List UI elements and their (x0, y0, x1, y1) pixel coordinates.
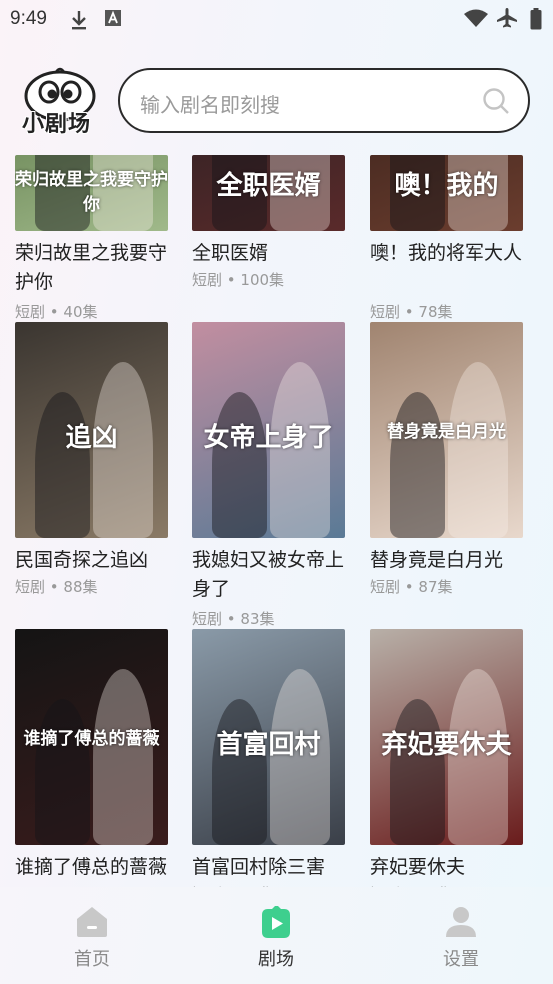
nav-theater[interactable]: 剧场 (226, 905, 326, 971)
drama-poster[interactable]: 谁摘了傅总的蔷薇 (15, 629, 168, 845)
download-icon (72, 11, 86, 30)
drama-poster[interactable]: 噢！我的 (370, 155, 523, 231)
poster-figure (390, 392, 445, 538)
drama-title[interactable]: 噢！我的将军大人 (370, 239, 530, 268)
drama-meta: 短剧 • 83集 (192, 608, 275, 629)
poster-title-art: 荣归故里之我要守护你 (15, 170, 168, 215)
poster-title-art: 噢！我的 (394, 171, 499, 201)
drama-poster[interactable]: 荣归故里之我要守护你 (15, 155, 168, 231)
drama-type: 短剧 (192, 271, 223, 289)
poster-figure (35, 392, 90, 538)
nav-settings[interactable]: 设置 (411, 905, 511, 971)
drama-meta: 短剧 • 100集 (192, 269, 284, 290)
drama-type: 短剧 (15, 578, 46, 596)
drama-meta: 短剧 • 40集 (15, 301, 98, 322)
drama-type: 短剧 (370, 578, 401, 596)
status-bar: 9:49 (0, 0, 553, 40)
nav-settings-label: 设置 (443, 949, 479, 970)
meta-separator: • (400, 303, 419, 321)
poster-title-art: 全职医婿 (216, 171, 321, 201)
drama-title[interactable]: 民国奇探之追凶 (15, 546, 175, 575)
drama-type: 短剧 (15, 303, 46, 321)
poster-title-art: 女帝上身了 (203, 423, 334, 453)
airplane-icon (497, 8, 517, 28)
meta-separator: • (400, 578, 419, 596)
wifi-icon (464, 9, 488, 27)
search-input[interactable]: 输入剧名即刻搜 (118, 68, 530, 133)
drama-poster[interactable]: 首富回村 (192, 629, 345, 845)
drama-meta: 短剧 • 88集 (15, 576, 98, 597)
drama-poster[interactable]: 追凶 (15, 322, 168, 538)
poster-figure (212, 392, 267, 538)
poster-title-art: 首富回村 (216, 730, 321, 760)
drama-poster[interactable]: 弃妃要休夫 (370, 629, 523, 845)
a-icon (105, 10, 121, 26)
drama-episodes: 83集 (240, 610, 275, 628)
poster-figure (35, 699, 90, 845)
drama-type: 短剧 (192, 610, 223, 628)
drama-title[interactable]: 谁摘了傅总的蔷薇 (15, 853, 175, 882)
meta-separator: • (222, 610, 241, 628)
user-icon (446, 907, 476, 937)
meta-separator: • (222, 271, 241, 289)
drama-poster[interactable]: 替身竟是白月光 (370, 322, 523, 538)
drama-meta: 短剧 • 78集 (370, 301, 453, 322)
meta-separator: • (45, 303, 64, 321)
nav-home[interactable]: 首页 (42, 905, 142, 971)
home-icon (77, 907, 107, 937)
drama-type: 短剧 (370, 303, 401, 321)
drama-title[interactable]: 弃妃要休夫 (370, 853, 530, 882)
drama-title[interactable]: 全职医婿 (192, 239, 352, 268)
poster-title-art: 追凶 (65, 423, 118, 453)
drama-grid-scroll[interactable]: 荣归故里之我要守护你 荣归故里之我要守护你 短剧 • 40集 全职医婿 全职医婿 短剧 •… (0, 155, 553, 887)
poster-figure (212, 699, 267, 845)
drama-title[interactable]: 荣归故里之我要守护你 (15, 239, 175, 297)
poster-figure (93, 669, 153, 845)
poster-title-art: 替身竟是白月光 (387, 422, 506, 442)
drama-episodes: 88集 (63, 578, 98, 596)
status-time: 9:49 (10, 8, 47, 29)
drama-title[interactable]: 首富回村除三害 (192, 853, 352, 882)
theater-icon (262, 906, 290, 938)
drama-episodes: 40集 (63, 303, 98, 321)
drama-episodes: 87集 (418, 578, 453, 596)
app-logo: 小剧场 (20, 66, 98, 137)
search-icon[interactable] (482, 87, 510, 115)
meta-separator: • (45, 578, 64, 596)
drama-episodes: 100集 (240, 271, 285, 289)
nav-home-label: 首页 (74, 949, 110, 970)
drama-poster[interactable]: 女帝上身了 (192, 322, 345, 538)
drama-episodes: 78集 (418, 303, 453, 321)
drama-title[interactable]: 替身竟是白月光 (370, 546, 530, 575)
bottom-nav: 首页 剧场 设置 (0, 887, 553, 984)
poster-title-art: 谁摘了傅总的蔷薇 (23, 729, 160, 749)
poster-figure (448, 362, 508, 538)
drama-poster[interactable]: 全职医婿 (192, 155, 345, 231)
battery-icon (530, 8, 542, 30)
poster-figure (390, 699, 445, 845)
search-placeholder: 输入剧名即刻搜 (140, 93, 280, 117)
drama-title[interactable]: 我媳妇又被女帝上身了 (192, 546, 352, 604)
poster-title-art: 弃妃要休夫 (381, 730, 512, 760)
drama-meta: 短剧 • 87集 (370, 576, 453, 597)
logo-text: 小剧场 (22, 112, 92, 137)
nav-theater-label: 剧场 (258, 949, 294, 970)
